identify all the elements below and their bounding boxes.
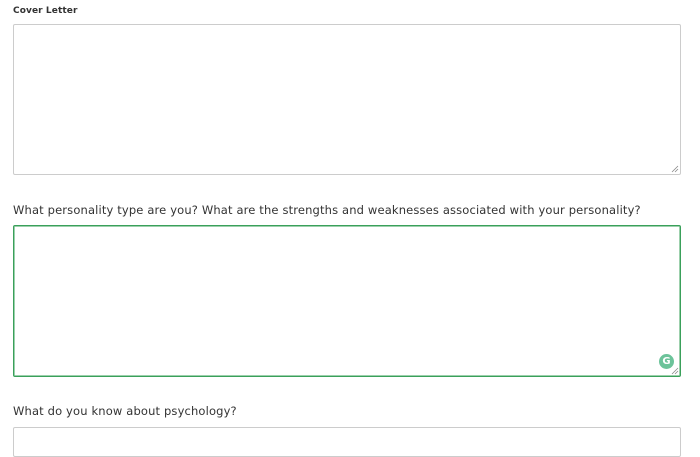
psychology-question-label: What do you know about psychology?: [13, 404, 237, 418]
resize-handle-icon[interactable]: [671, 367, 679, 375]
cover-letter-label: Cover Letter: [13, 6, 78, 16]
cover-letter-textarea[interactable]: [13, 24, 681, 175]
psychology-answer-textarea[interactable]: [13, 427, 681, 457]
personality-question-label: What personality type are you? What are …: [13, 203, 641, 217]
personality-answer-textarea[interactable]: G: [13, 225, 681, 377]
resize-handle-icon[interactable]: [671, 165, 679, 173]
